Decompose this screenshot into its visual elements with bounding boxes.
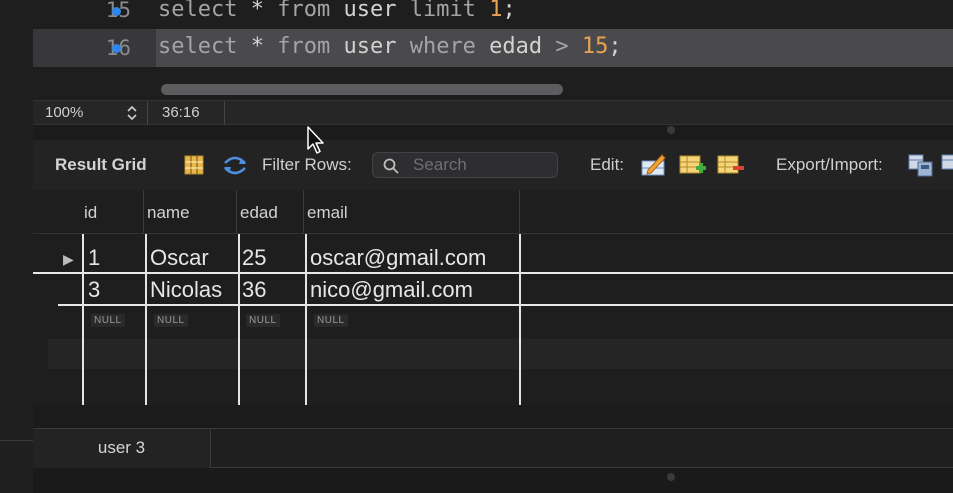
- null-cell[interactable]: NULL: [246, 314, 280, 327]
- table-row[interactable]: ▶ 1 Oscar 25 oscar@gmail.com: [33, 242, 953, 274]
- bottom-panel: [33, 468, 953, 493]
- grid-column-line: [82, 234, 84, 405]
- null-cell[interactable]: NULL: [91, 314, 125, 327]
- result-toolbar: Result Grid Filter Rows: Edit:: [33, 140, 953, 190]
- tab-user-3[interactable]: user 3: [33, 429, 211, 468]
- cell-name[interactable]: Oscar: [150, 245, 209, 271]
- edit-row-icon[interactable]: [640, 152, 666, 178]
- export-icon[interactable]: [907, 152, 933, 178]
- row-border: [58, 304, 953, 306]
- filter-rows-label: Filter Rows:: [262, 155, 352, 174]
- cell-edad[interactable]: 36: [242, 277, 266, 303]
- grid-header-row: id name edad email: [33, 190, 953, 234]
- splitter-handle[interactable]: [667, 473, 675, 481]
- zoom-level: 100%: [45, 104, 84, 121]
- left-divider: [0, 440, 33, 441]
- filter-search-box[interactable]: [372, 152, 558, 178]
- cell-name[interactable]: Nicolas: [150, 277, 222, 303]
- mouse-pointer-icon: [307, 126, 324, 154]
- null-cell[interactable]: NULL: [314, 314, 348, 327]
- import-icon[interactable]: [940, 152, 953, 178]
- search-icon: [383, 158, 399, 174]
- search-input[interactable]: [413, 156, 553, 174]
- null-cell[interactable]: NULL: [154, 314, 188, 327]
- column-header-id[interactable]: id: [84, 203, 97, 223]
- column-divider[interactable]: [143, 190, 144, 234]
- column-header-name[interactable]: name: [147, 203, 190, 223]
- grid-column-line: [238, 234, 240, 405]
- statusbar-divider: [224, 101, 225, 125]
- column-divider[interactable]: [303, 190, 304, 234]
- empty-row-stripe: [48, 339, 953, 369]
- cell-edad[interactable]: 25: [242, 245, 266, 271]
- cell-email[interactable]: nico@gmail.com: [310, 277, 473, 303]
- column-divider[interactable]: [236, 190, 237, 234]
- grid-column-line: [305, 234, 307, 405]
- current-row-marker-icon: ▶: [63, 251, 74, 267]
- breakpoint-dot[interactable]: [112, 44, 121, 53]
- column-header-edad[interactable]: edad: [240, 203, 278, 223]
- export-import-label: Export/Import:: [776, 155, 883, 174]
- table-row[interactable]: 3 Nicolas 36 nico@gmail.com: [33, 274, 953, 306]
- grid-column-line: [145, 234, 147, 405]
- delete-row-icon[interactable]: [716, 152, 744, 178]
- cell-id[interactable]: 1: [88, 245, 100, 271]
- refresh-icon[interactable]: [222, 152, 248, 178]
- add-row-icon[interactable]: [678, 152, 706, 178]
- result-tabbar: user 3: [33, 428, 953, 468]
- result-grid[interactable]: id name edad email ▶ 1 Oscar 25 oscar@gm…: [33, 190, 953, 405]
- code-line-16[interactable]: 16 select * from user where edad > 15;: [33, 29, 953, 67]
- cell-email[interactable]: oscar@gmail.com: [310, 245, 486, 271]
- splitter-handle[interactable]: [667, 126, 675, 134]
- zoom-stepper-icon[interactable]: [125, 103, 139, 123]
- statusbar-divider: [147, 101, 148, 125]
- sql-editor[interactable]: 15 select * from user limit 1; 16 select…: [33, 0, 953, 100]
- column-divider[interactable]: [519, 190, 520, 234]
- code-text: select * from user where edad > 15;: [158, 34, 622, 59]
- code-text: select * from user limit 1;: [158, 0, 516, 22]
- grid-column-line: [519, 234, 521, 405]
- editor-statusbar: 100% 36:16: [33, 100, 953, 125]
- horizontal-scrollbar[interactable]: [161, 84, 563, 95]
- breakpoint-dot[interactable]: [112, 7, 121, 16]
- result-grid-title: Result Grid: [55, 155, 147, 174]
- grid-view-icon[interactable]: [181, 152, 207, 178]
- column-header-email[interactable]: email: [307, 203, 348, 223]
- cell-id[interactable]: 3: [88, 277, 100, 303]
- cursor-position: 36:16: [162, 104, 200, 121]
- edit-label: Edit:: [590, 155, 625, 174]
- code-line-15[interactable]: 15 select * from user limit 1;: [33, 0, 953, 30]
- left-panel-edge: [0, 0, 33, 493]
